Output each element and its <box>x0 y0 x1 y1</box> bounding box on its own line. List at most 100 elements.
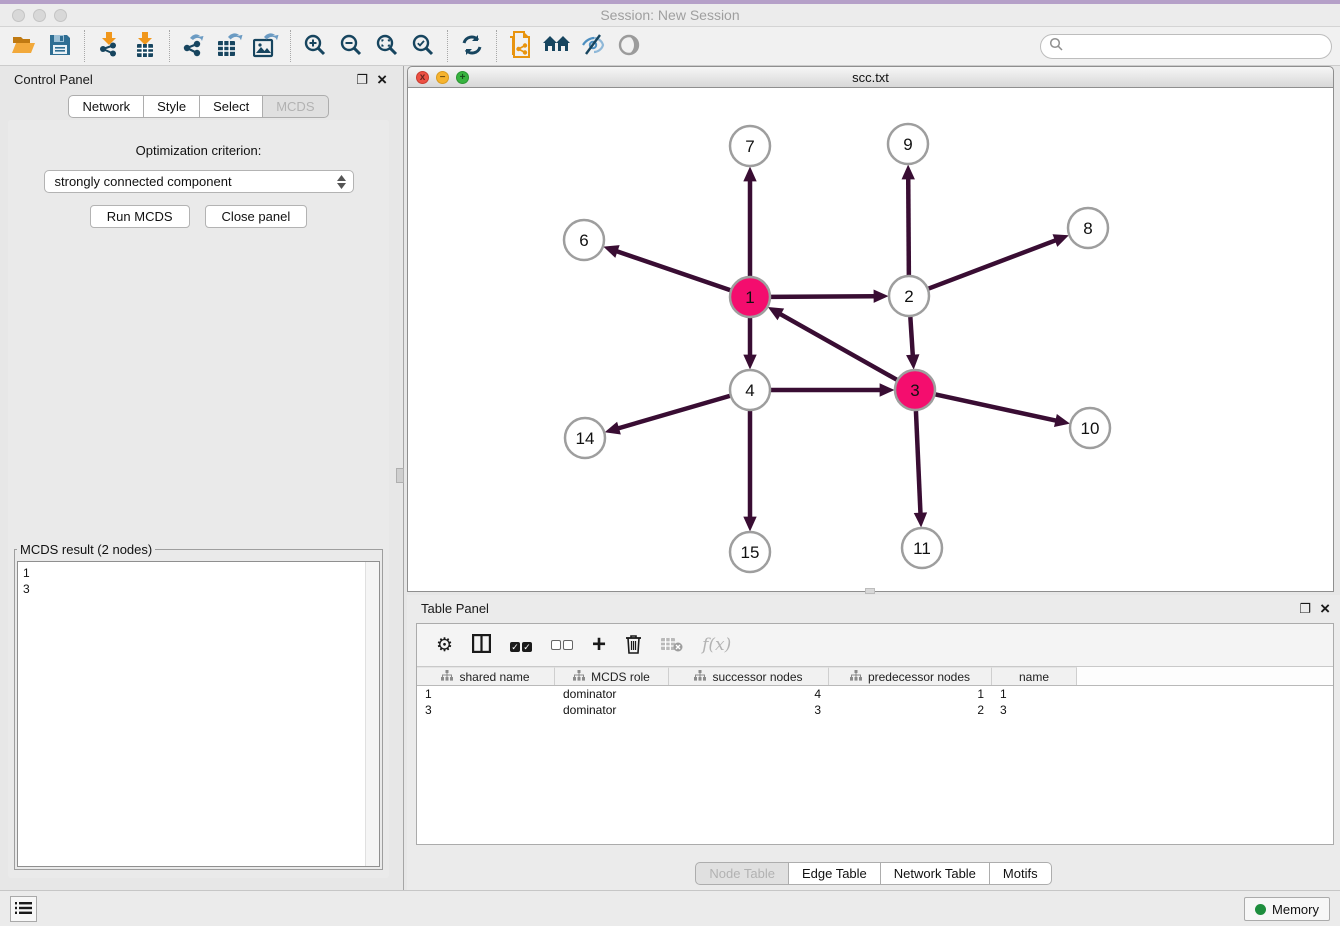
close-panel-button[interactable]: Close panel <box>205 205 308 228</box>
toolbar-separator <box>496 30 497 62</box>
delete-column-button[interactable] <box>625 634 642 657</box>
table-cell[interactable]: 3 <box>669 702 829 718</box>
show-eye-button[interactable] <box>611 30 647 62</box>
table-cell[interactable]: 4 <box>669 686 829 702</box>
save-session-button[interactable] <box>42 30 78 62</box>
run-mcds-button[interactable]: Run MCDS <box>90 205 190 228</box>
split-divider-handle[interactable] <box>396 468 404 483</box>
graph-node-14[interactable]: 14 <box>565 418 605 458</box>
column-header-predecessor-nodes[interactable]: predecessor nodes <box>829 667 992 685</box>
table-cell[interactable]: 2 <box>829 702 992 718</box>
result-scrollbar[interactable] <box>365 562 379 866</box>
column-header-name[interactable]: name <box>992 667 1077 685</box>
table-tab-edge-table[interactable]: Edge Table <box>789 862 881 885</box>
graph-node-9[interactable]: 9 <box>888 124 928 164</box>
node-table-container: ⚙ ✓✓ + f(x) shared nameMCDS rolesuccesso… <box>416 623 1334 845</box>
show-columns-button[interactable] <box>472 634 491 656</box>
graph-node-2[interactable]: 2 <box>889 276 929 316</box>
hide-glasses-button[interactable] <box>575 30 611 62</box>
table-tab-motifs[interactable]: Motifs <box>990 862 1052 885</box>
create-column-button[interactable]: + <box>592 633 606 657</box>
export-image-button[interactable] <box>248 30 284 62</box>
task-history-button[interactable] <box>10 896 37 922</box>
horizontal-divider-handle[interactable] <box>865 588 875 594</box>
table-cell[interactable]: 3 <box>992 702 1077 718</box>
network-maximize-button[interactable]: + <box>456 71 469 84</box>
table-settings-button[interactable]: ⚙ <box>436 636 453 655</box>
float-panel-icon[interactable]: ❐ <box>356 73 368 86</box>
zoom-selected-button[interactable] <box>405 30 441 62</box>
table-cell[interactable]: 1 <box>417 686 555 702</box>
column-header-MCDS-role[interactable]: MCDS role <box>555 667 669 685</box>
search-box[interactable] <box>1040 34 1332 59</box>
svg-text:11: 11 <box>913 539 931 558</box>
float-table-panel-icon[interactable]: ❐ <box>1299 602 1311 615</box>
graph-node-11[interactable]: 11 <box>902 528 942 568</box>
close-table-panel-icon[interactable]: × <box>1320 600 1330 617</box>
network-from-selection-button[interactable] <box>503 30 539 62</box>
search-icon <box>1049 37 1064 55</box>
column-header-shared-name[interactable]: shared name <box>417 667 555 685</box>
document-network-icon <box>508 31 534 62</box>
select-all-columns-button[interactable]: ✓✓ <box>510 638 532 653</box>
graph-node-3[interactable]: 3 <box>895 370 935 410</box>
column-header-successor-nodes[interactable]: successor nodes <box>669 667 829 685</box>
home-button[interactable] <box>539 30 575 62</box>
network-canvas[interactable]: 7 9 6 8 1 2 4 3 14 10 15 11 <box>407 88 1334 592</box>
table-cell[interactable]: 1 <box>829 686 992 702</box>
refresh-button[interactable] <box>454 30 490 62</box>
graph-node-1[interactable]: 1 <box>730 277 770 317</box>
network-graph[interactable]: 7 9 6 8 1 2 4 3 14 10 15 11 <box>408 88 1333 591</box>
task-list-icon <box>15 901 32 918</box>
graph-node-4[interactable]: 4 <box>730 370 770 410</box>
network-window-titlebar[interactable]: x − + scc.txt <box>407 66 1334 88</box>
edge-2-8[interactable] <box>929 240 1056 288</box>
tab-network[interactable]: Network <box>68 95 144 118</box>
table-tab-node-table[interactable]: Node Table <box>695 862 789 885</box>
import-table-button[interactable] <box>127 30 163 62</box>
network-close-button[interactable]: x <box>416 71 429 84</box>
table-cell[interactable]: 1 <box>992 686 1077 702</box>
criterion-dropdown[interactable]: strongly connected component <box>44 170 354 193</box>
edge-1-2[interactable] <box>771 296 874 297</box>
trash-icon <box>625 634 642 657</box>
control-panel: Control Panel ❐ × NetworkStyleSelectMCDS… <box>0 66 397 890</box>
tab-mcds[interactable]: MCDS <box>263 95 328 118</box>
graph-node-7[interactable]: 7 <box>730 126 770 166</box>
tab-select[interactable]: Select <box>200 95 263 118</box>
svg-text:15: 15 <box>741 543 760 562</box>
memory-button[interactable]: Memory <box>1244 897 1330 921</box>
graph-node-10[interactable]: 10 <box>1070 408 1110 448</box>
table-row[interactable]: 3dominator323 <box>417 702 1333 718</box>
tab-style[interactable]: Style <box>144 95 200 118</box>
zoom-out-button[interactable] <box>333 30 369 62</box>
graph-node-6[interactable]: 6 <box>564 220 604 260</box>
edge-4-14[interactable] <box>619 396 730 428</box>
open-session-button[interactable] <box>6 30 42 62</box>
edge-2-3[interactable] <box>910 317 912 355</box>
import-network-button[interactable] <box>91 30 127 62</box>
zoom-in-button[interactable] <box>297 30 333 62</box>
table-header-row: shared nameMCDS rolesuccessor nodesprede… <box>417 667 1333 686</box>
table-cell[interactable]: dominator <box>555 686 669 702</box>
unselect-all-columns-button[interactable] <box>551 638 573 653</box>
export-network-button[interactable] <box>176 30 212 62</box>
table-cell[interactable]: 3 <box>417 702 555 718</box>
edge-1-6[interactable] <box>617 251 730 290</box>
table-tab-network-table[interactable]: Network Table <box>881 862 990 885</box>
graph-node-15[interactable]: 15 <box>730 532 770 572</box>
edge-3-10[interactable] <box>936 394 1056 420</box>
close-panel-icon[interactable]: × <box>377 71 387 88</box>
edge-3-1[interactable] <box>780 314 896 380</box>
search-input[interactable] <box>1064 39 1331 54</box>
zoom-fit-button[interactable] <box>369 30 405 62</box>
edge-2-9[interactable] <box>908 179 909 275</box>
table-cell[interactable]: dominator <box>555 702 669 718</box>
network-minimize-button[interactable]: − <box>436 71 449 84</box>
graph-node-8[interactable]: 8 <box>1068 208 1108 248</box>
table-row[interactable]: 1dominator411 <box>417 686 1333 702</box>
toolbar-separator <box>84 30 85 62</box>
zoom-fit-icon <box>375 33 399 60</box>
edge-3-11[interactable] <box>916 411 921 513</box>
export-table-button[interactable] <box>212 30 248 62</box>
